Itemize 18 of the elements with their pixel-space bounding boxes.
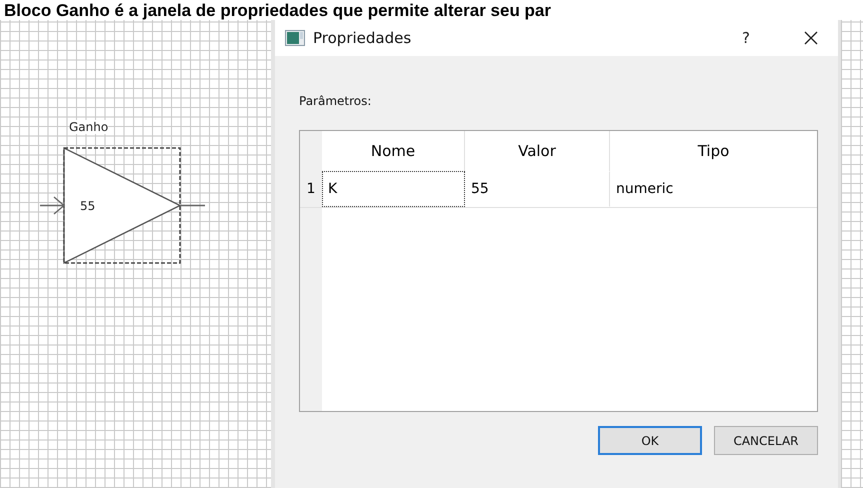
caption-text: Bloco Ganho é a janela de propriedades que permite alterar seu par: [4, 0, 552, 20]
ok-button[interactable]: OK: [598, 426, 702, 455]
window-title: Propriedades: [313, 29, 412, 47]
column-header[interactable]: Valor: [465, 131, 610, 171]
section-label: Parâmetros:: [299, 94, 372, 108]
table-cell[interactable]: K: [322, 171, 465, 207]
table-corner-header: [300, 131, 322, 171]
gain-value: 55: [80, 199, 96, 213]
column-header[interactable]: Tipo: [610, 131, 817, 171]
table-cell[interactable]: 55: [465, 171, 610, 207]
window-icon: [285, 30, 305, 46]
gain-block-drawing[interactable]: [40, 146, 205, 264]
row-number: 1: [300, 171, 322, 207]
help-button[interactable]: ?: [738, 27, 754, 49]
block-label: Ganho: [69, 120, 108, 134]
column-header[interactable]: Nome: [322, 131, 465, 171]
cancel-button[interactable]: CANCELAR: [714, 426, 818, 455]
table-cell[interactable]: numeric: [610, 171, 817, 207]
